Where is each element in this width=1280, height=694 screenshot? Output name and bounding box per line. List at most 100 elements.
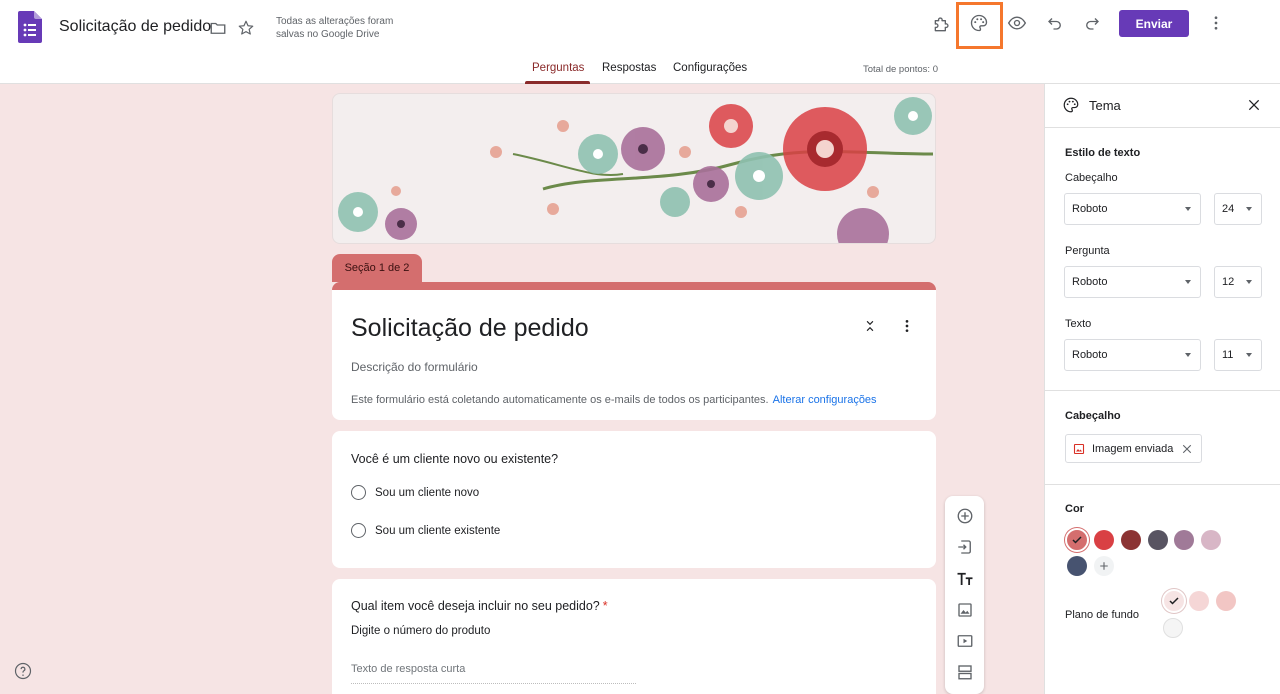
text-font-label: Texto: [1065, 318, 1092, 330]
close-icon[interactable]: [1238, 89, 1270, 121]
add-custom-color-icon[interactable]: [1094, 556, 1114, 576]
email-note-text: Este formulário está coletando automatic…: [351, 394, 769, 406]
document-title[interactable]: Solicitação de pedido: [59, 18, 211, 36]
question-size-select[interactable]: 12: [1214, 266, 1262, 298]
dropdown-caret-icon: [1246, 280, 1252, 284]
text-style-heading: Estilo de texto: [1065, 147, 1141, 159]
top-bar: Solicitação de pedido Todas as alteraçõe…: [0, 0, 1280, 84]
text-font-select[interactable]: Roboto: [1064, 339, 1201, 371]
question-title: Você é um cliente novo ou existente?: [351, 452, 559, 466]
question-title-text: Qual item você deseja incluir no seu ped…: [351, 599, 600, 613]
total-points: Total de pontos: 0: [863, 64, 938, 75]
theme-panel-header: Tema: [1045, 84, 1280, 128]
dropdown-caret-icon: [1246, 207, 1252, 211]
color-heading: Cor: [1065, 503, 1084, 515]
short-answer-field: Texto de resposta curta: [351, 663, 636, 684]
section-more-icon[interactable]: [891, 310, 923, 342]
palette-icon: [1063, 97, 1079, 113]
select-value: Roboto: [1072, 276, 1108, 288]
theme-panel-title: Tema: [1089, 98, 1121, 113]
chip-label: Imagem enviada: [1092, 442, 1174, 455]
editor-tabs: Perguntas Respostas Configurações Total …: [0, 54, 1044, 84]
redo-icon[interactable]: [1076, 7, 1108, 39]
color-swatch[interactable]: [1121, 530, 1141, 550]
select-value: 12: [1222, 276, 1235, 288]
help-icon[interactable]: [14, 662, 32, 680]
color-swatch[interactable]: [1067, 556, 1087, 576]
question-toolbar: [945, 496, 984, 694]
color-swatch[interactable]: [1094, 530, 1114, 550]
collapse-section-icon[interactable]: [854, 310, 886, 342]
header-font-select[interactable]: Roboto: [1064, 193, 1201, 225]
color-swatch[interactable]: [1201, 530, 1221, 550]
theme-panel: Tema Estilo de texto Cabeçalho Roboto 24…: [1044, 84, 1280, 694]
question-font-label: Pergunta: [1065, 245, 1110, 257]
form-description[interactable]: Descrição do formulário: [351, 360, 478, 374]
option-label: Sou um cliente novo: [375, 486, 480, 499]
header-font-label: Cabeçalho: [1065, 172, 1118, 184]
uploaded-image-chip[interactable]: Imagem enviada: [1065, 434, 1202, 463]
select-value: Roboto: [1072, 203, 1108, 215]
dropdown-caret-icon: [1185, 353, 1191, 357]
google-forms-logo-icon[interactable]: [18, 11, 42, 43]
color-swatch[interactable]: [1174, 530, 1194, 550]
option-label: Sou um cliente existente: [375, 524, 501, 537]
background-label: Plano de fundo: [1065, 609, 1140, 621]
check-icon: [1072, 536, 1082, 544]
question-description: Digite o número do produto: [351, 625, 491, 637]
select-value: 11: [1222, 349, 1234, 361]
question-title: Qual item você deseja incluir no seu ped…: [351, 599, 608, 613]
undo-icon[interactable]: [1039, 7, 1071, 39]
background-swatch[interactable]: [1216, 591, 1236, 611]
add-image-icon[interactable]: [953, 598, 977, 622]
radio-button[interactable]: [351, 523, 366, 538]
text-size-select[interactable]: 11: [1214, 339, 1262, 371]
add-title-icon[interactable]: [953, 567, 977, 591]
header-size-select[interactable]: 24: [1214, 193, 1262, 225]
question-card-customer-type[interactable]: Você é um cliente novo ou existente? Sou…: [332, 431, 936, 568]
background-swatch[interactable]: [1163, 618, 1183, 638]
color-swatch[interactable]: [1148, 530, 1168, 550]
section-label: Seção 1 de 2: [332, 254, 422, 282]
header-image-floral: [332, 93, 936, 244]
radio-button[interactable]: [351, 485, 366, 500]
divider: [1045, 484, 1280, 485]
select-value: 24: [1222, 203, 1235, 215]
header-image-heading: Cabeçalho: [1065, 410, 1121, 422]
color-swatch-selected[interactable]: [1065, 528, 1089, 552]
dropdown-caret-icon: [1185, 207, 1191, 211]
add-section-icon[interactable]: [953, 660, 977, 684]
palette-icon[interactable]: [963, 7, 995, 39]
select-value: Roboto: [1072, 349, 1108, 361]
image-icon: [1073, 443, 1085, 454]
radio-option-new[interactable]: Sou um cliente novo: [351, 485, 479, 500]
tab-questions[interactable]: Perguntas: [532, 62, 584, 74]
email-collection-note: Este formulário está coletando automatic…: [351, 394, 877, 406]
form-title-card[interactable]: Solicitação de pedido Descrição do formu…: [332, 282, 936, 420]
background-swatch[interactable]: [1189, 591, 1209, 611]
add-video-icon[interactable]: [953, 629, 977, 653]
required-asterisk: *: [602, 599, 608, 613]
send-button[interactable]: Enviar: [1119, 10, 1189, 37]
dropdown-caret-icon: [1185, 280, 1191, 284]
check-icon: [1169, 597, 1179, 605]
question-card-item[interactable]: Qual item você deseja incluir no seu ped…: [332, 579, 936, 694]
import-questions-icon[interactable]: [953, 535, 977, 559]
add-question-icon[interactable]: [953, 504, 977, 528]
save-status: Todas as alterações foram salvas no Goog…: [276, 16, 394, 40]
radio-option-existing[interactable]: Sou um cliente existente: [351, 523, 500, 538]
change-settings-link[interactable]: Alterar configurações: [773, 394, 877, 406]
question-font-select[interactable]: Roboto: [1064, 266, 1201, 298]
form-title[interactable]: Solicitação de pedido: [351, 314, 589, 343]
dropdown-caret-icon: [1246, 353, 1252, 357]
preview-eye-icon[interactable]: [1001, 7, 1033, 39]
tab-settings[interactable]: Configurações: [673, 62, 747, 74]
divider: [1045, 390, 1280, 391]
star-icon[interactable]: [230, 12, 262, 44]
more-options-icon[interactable]: [1200, 7, 1232, 39]
remove-image-icon[interactable]: [1182, 444, 1192, 454]
active-tab-indicator: [525, 81, 590, 84]
tab-responses[interactable]: Respostas: [602, 62, 656, 74]
background-swatch-selected[interactable]: [1162, 589, 1186, 613]
add-ons-puzzle-icon[interactable]: [926, 8, 958, 40]
